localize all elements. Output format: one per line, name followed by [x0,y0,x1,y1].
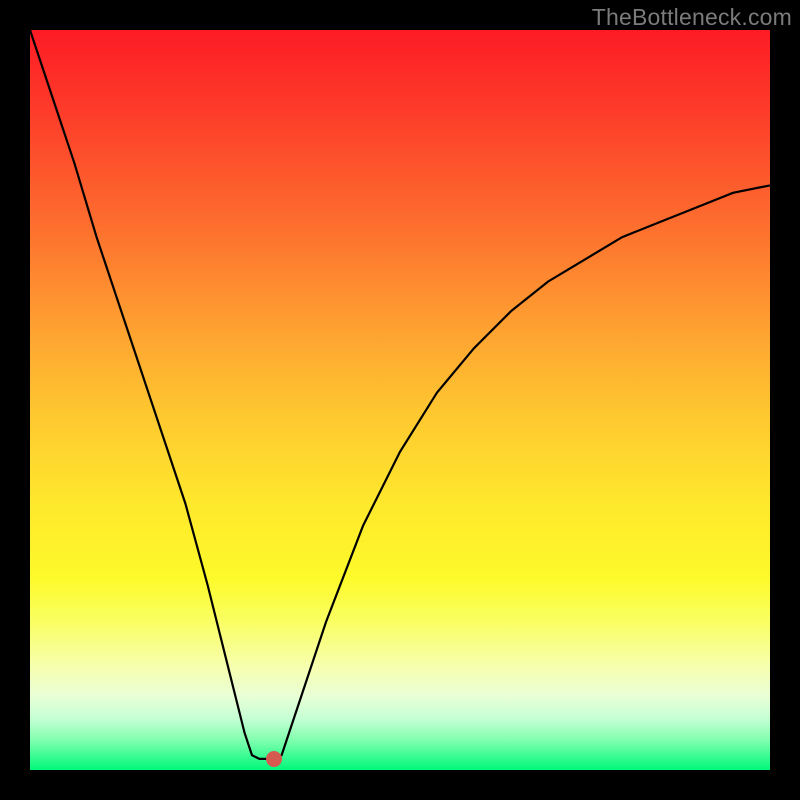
chart-frame: TheBottleneck.com [0,0,800,800]
curve-line [30,30,770,759]
marker-dot [266,751,282,767]
bottleneck-curve [30,30,770,770]
watermark-text: TheBottleneck.com [592,4,792,31]
plot-area [30,30,770,770]
